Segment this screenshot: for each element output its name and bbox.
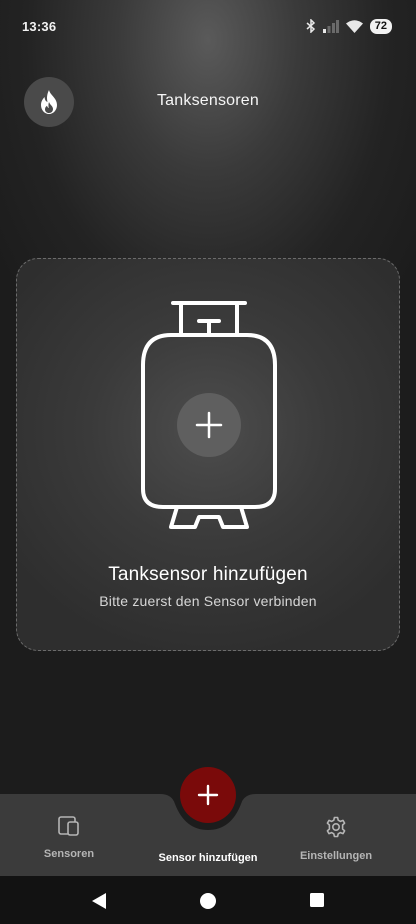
bluetooth-icon (306, 19, 315, 33)
app-screen: 13:36 72 Tanksensoren Tanksensor hinzufü… (0, 0, 416, 924)
recents-icon[interactable] (309, 892, 325, 908)
gear-icon (326, 816, 346, 838)
plus-icon (195, 411, 223, 439)
status-icons: 72 (306, 18, 392, 34)
plus-icon (197, 784, 219, 806)
nav-item-add-sensor[interactable]: Sensor hinzufügen (148, 852, 268, 864)
home-icon[interactable] (199, 892, 217, 910)
card-title: Tanksensor hinzufügen (108, 564, 308, 585)
signal-icon (322, 19, 339, 33)
status-time: 13:36 (22, 18, 57, 34)
nav-label-sensors: Sensoren (43, 848, 95, 860)
wifi-icon (345, 19, 363, 33)
page-title: Tanksensoren (156, 92, 260, 109)
card-subtitle: Bitte zuerst den Sensor verbinden (99, 593, 317, 609)
status-bar: 13:36 72 (0, 0, 416, 52)
nav-item-settings[interactable]: Einstellungen (296, 816, 376, 862)
system-navigation-bar (0, 876, 416, 924)
battery-icon: 72 (369, 18, 392, 34)
add-tank-plus-button[interactable] (177, 393, 241, 457)
add-sensor-fab[interactable] (180, 767, 236, 823)
devices-icon (58, 816, 79, 836)
nav-label-add-sensor: Sensor hinzufügen (158, 852, 258, 864)
add-sensor-card[interactable]: Tanksensor hinzufügen Bitte zuerst den S… (16, 258, 400, 651)
back-icon[interactable] (90, 892, 108, 910)
nav-label-settings: Einstellungen (299, 850, 373, 862)
nav-item-sensors[interactable]: Sensoren (34, 816, 104, 860)
